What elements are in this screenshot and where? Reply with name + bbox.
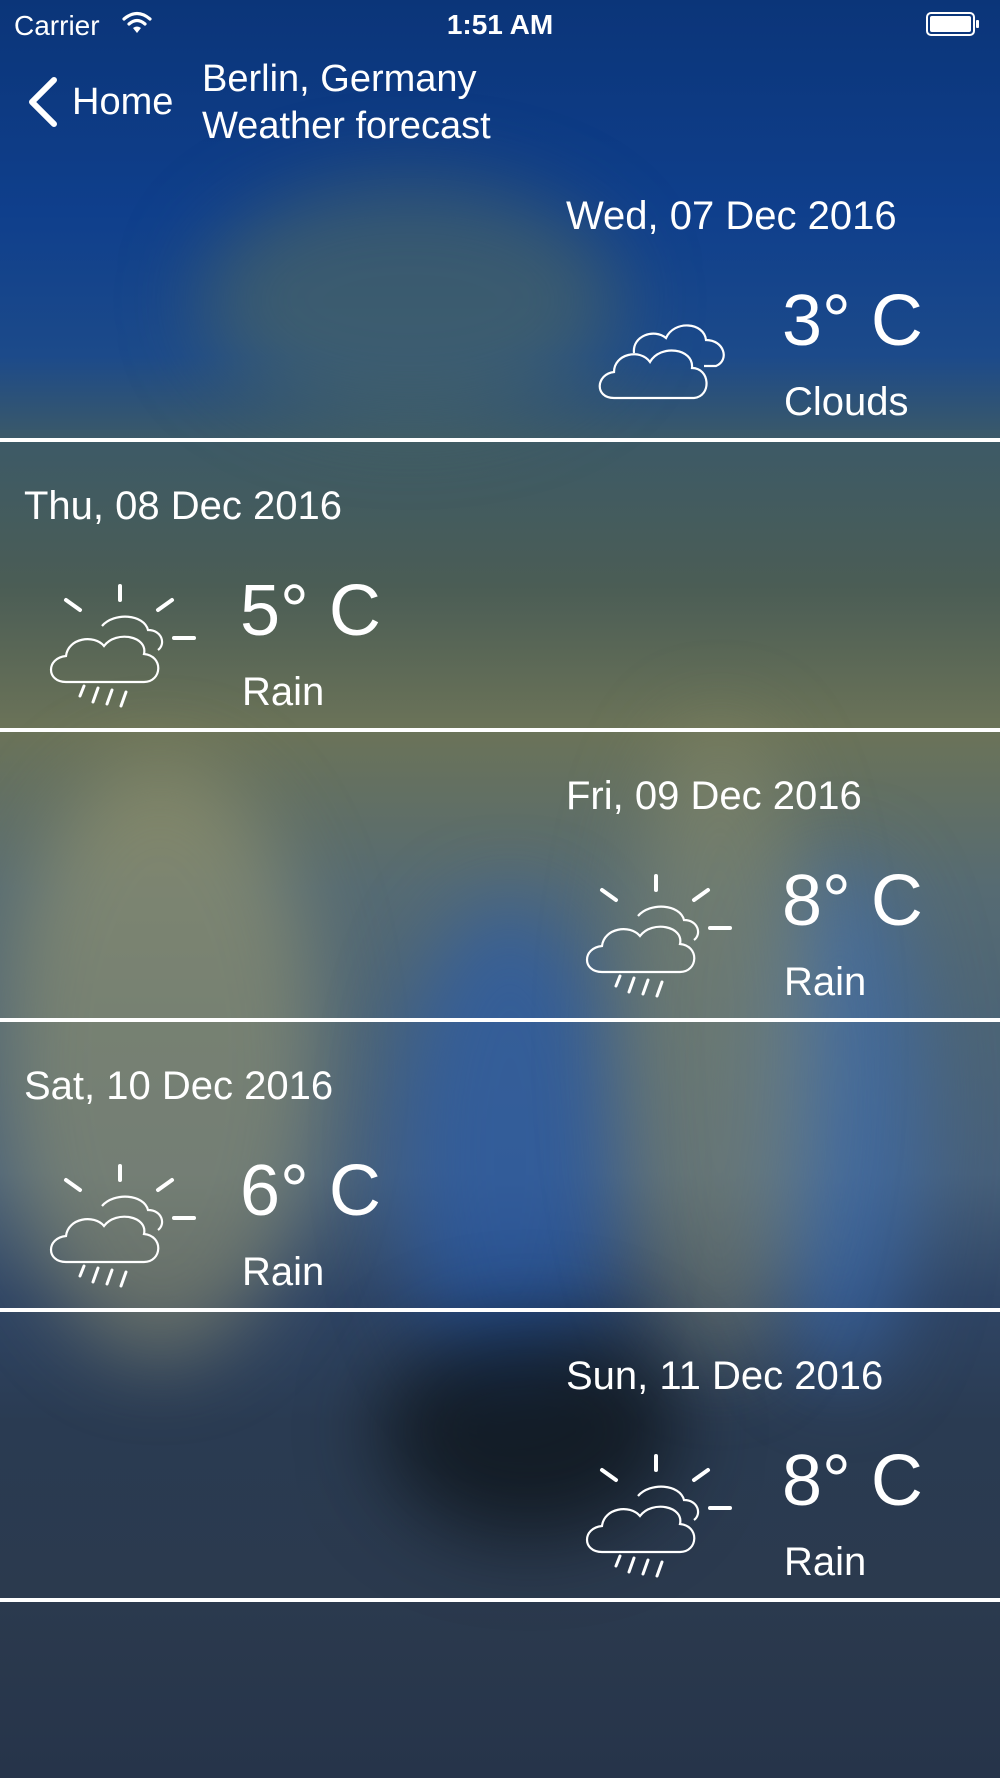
sun-cloud-rain-icon [50, 584, 196, 708]
back-button-label: Home [72, 80, 174, 123]
forecast-temperature: 5° C [240, 571, 381, 651]
forecast-date: Thu, 08 Dec 2016 [24, 484, 342, 528]
forecast-date: Fri, 09 Dec 2016 [566, 774, 862, 818]
page-title-city: Berlin, Germany [202, 58, 477, 100]
cloud-icon [598, 324, 725, 400]
forecast-condition: Rain [784, 1540, 867, 1584]
forecast-date: Sun, 11 Dec 2016 [566, 1354, 884, 1398]
back-button[interactable]: Home [26, 74, 173, 130]
battery-icon [926, 12, 979, 36]
forecast-row[interactable]: Sat, 10 Dec 2016 6° C Rain [0, 1050, 1000, 1336]
forecast-temperature: 6° C [240, 1151, 381, 1231]
page-title: Berlin, Germany Weather forecast [202, 56, 491, 150]
forecast-condition: Rain [242, 1250, 325, 1294]
forecast-temperature: 3° C [782, 281, 923, 361]
forecast-temperature: 8° C [782, 1441, 923, 1521]
page-title-subtitle: Weather forecast [202, 105, 491, 147]
forecast-row[interactable]: Wed, 07 Dec 2016 3° C Clouds [0, 180, 1000, 466]
row-divider [0, 438, 1000, 442]
sun-cloud-rain-icon [586, 874, 732, 998]
forecast-row[interactable]: Thu, 08 Dec 2016 5° C Rain [0, 470, 1000, 756]
forecast-row[interactable]: Fri, 09 Dec 2016 8° C Rain [0, 760, 1000, 1046]
chevron-left-icon [29, 77, 57, 127]
sun-cloud-rain-icon [50, 1164, 196, 1288]
row-divider [0, 1308, 1000, 1312]
sun-cloud-rain-icon [586, 1454, 732, 1578]
forecast-temperature: 8° C [782, 861, 923, 941]
weather-screen: Carrier 1:51 AM Home Berlin, Germany Wea… [0, 0, 1000, 1778]
forecast-condition: Rain [242, 670, 325, 714]
forecast-condition: Rain [784, 960, 867, 1004]
row-divider [0, 1018, 1000, 1022]
forecast-date: Sat, 10 Dec 2016 [24, 1064, 334, 1108]
status-time: 1:51 AM [446, 9, 554, 40]
forecast-condition: Clouds [784, 380, 909, 424]
forecast-row[interactable]: Sun, 11 Dec 2016 8° C Rain [0, 1340, 1000, 1626]
status-bar: Carrier 1:51 AM [0, 0, 1000, 50]
row-divider [0, 1598, 1000, 1602]
forecast-date: Wed, 07 Dec 2016 [566, 194, 897, 238]
row-divider [0, 728, 1000, 732]
